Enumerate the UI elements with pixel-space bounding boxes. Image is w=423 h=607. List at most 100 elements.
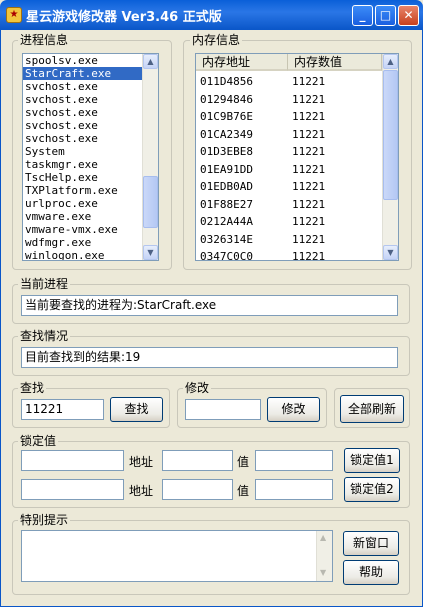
modify-label: 修改 — [183, 381, 212, 395]
lock-name-input-1[interactable] — [21, 450, 124, 471]
address-cell: 0212A44A — [200, 215, 253, 228]
address-cell: 01CA2349 — [200, 127, 253, 141]
search-input[interactable]: 11221 — [21, 399, 104, 420]
lock-value-input-1[interactable] — [255, 450, 333, 471]
search-status-field[interactable]: 目前查找到的结果:19 — [21, 347, 398, 368]
value-cell: 11221 — [292, 197, 326, 211]
address-cell: 0347C0C0 — [200, 250, 253, 261]
memory-table[interactable]: 内存地址 内存数值 011D4856 11221 01294846 11221 01C9… — [195, 53, 399, 261]
process-list-item[interactable]: wdfmgr.exe — [23, 236, 158, 249]
special-tips-textarea[interactable] — [21, 530, 333, 582]
process-list-item[interactable]: TXPlatform.exe — [23, 184, 158, 197]
table-row[interactable]: 01EA91DD 11221 — [196, 161, 382, 179]
process-list-item[interactable]: vmware.exe — [23, 210, 158, 223]
memory-info-label: 内存信息 — [190, 33, 243, 47]
address-cell: 01EA91DD — [200, 162, 253, 176]
scroll-down-icon[interactable]: ▼ — [143, 245, 158, 260]
lock-value-1-button[interactable]: 锁定值1 — [344, 448, 400, 473]
lock-address-input-2[interactable] — [162, 479, 233, 500]
value-cell: 11221 — [292, 145, 326, 158]
process-list-item[interactable]: svchost.exe — [23, 132, 158, 145]
scroll-thumb[interactable] — [143, 176, 158, 228]
process-list-item[interactable]: taskmgr.exe — [23, 158, 158, 171]
address-cell: 01D3EBE8 — [200, 145, 253, 158]
process-list[interactable]: spoolsv.exe StarCraft.exe svchost.exe svcho… — [22, 53, 159, 261]
scroll-up-icon[interactable]: ▲ — [143, 54, 158, 69]
memory-table-scrollbar[interactable]: ▲ ▼ — [382, 54, 398, 260]
minimize-icon: _ — [359, 8, 366, 22]
refresh-all-button[interactable]: 全部刷新 — [340, 395, 404, 423]
search-label: 查找 — [18, 381, 47, 395]
process-list-scrollbar[interactable]: ▲ ▼ — [142, 54, 158, 260]
value-cell: 11221 — [292, 180, 326, 193]
process-list-item[interactable]: StarCraft.exe — [23, 67, 158, 80]
search-status-label: 查找情况 — [18, 329, 71, 343]
address-cell: 01F88E27 — [200, 197, 253, 211]
table-row[interactable]: 0347C0C0 11221 — [196, 248, 382, 261]
table-row[interactable]: 01CA2349 11221 — [196, 126, 382, 144]
process-list-item[interactable]: TscHelp.exe — [23, 171, 158, 184]
value-cell: 11221 — [292, 162, 326, 176]
address-label-1: 地址 — [129, 455, 154, 469]
address-cell: 01C9B76E — [200, 110, 253, 123]
special-tips-scrollbar[interactable]: ▲ ▼ — [316, 531, 332, 581]
process-list-item[interactable]: System — [23, 145, 158, 158]
help-button[interactable]: 帮助 — [343, 560, 399, 585]
value-cell: 11221 — [292, 250, 326, 261]
value-cell: 11221 — [292, 127, 326, 141]
special-tips-label: 特别提示 — [18, 513, 71, 527]
window-title: 星云游戏修改器 Ver3.46 正式版 — [26, 10, 222, 25]
process-list-item[interactable]: svchost.exe — [23, 106, 158, 119]
modify-button[interactable]: 修改 — [267, 397, 320, 422]
lock-label: 锁定值 — [18, 434, 59, 448]
table-row[interactable]: 0326314E 11221 — [196, 231, 382, 249]
maximize-icon: □ — [379, 8, 392, 22]
close-icon: ✕ — [403, 8, 414, 22]
table-row[interactable]: 01F88E27 11221 — [196, 196, 382, 214]
scroll-up-icon[interactable]: ▲ — [383, 54, 398, 69]
address-label-2: 地址 — [129, 484, 154, 498]
close-button[interactable]: ✕ — [398, 5, 419, 26]
value-cell: 11221 — [292, 232, 326, 246]
scroll-up-icon[interactable]: ▲ — [320, 533, 326, 542]
scroll-down-icon[interactable]: ▼ — [320, 568, 326, 577]
value-cell: 11221 — [292, 215, 326, 228]
process-list-item[interactable]: svchost.exe — [23, 93, 158, 106]
modify-input[interactable] — [185, 399, 261, 420]
column-header-address[interactable]: 内存地址 — [196, 54, 288, 71]
address-cell: 01EDB0AD — [200, 180, 253, 193]
table-row[interactable]: 011D4856 11221 — [196, 73, 382, 91]
value-label-1: 值 — [237, 455, 250, 469]
table-row[interactable]: 01EDB0AD 11221 — [196, 178, 382, 196]
table-row[interactable]: 01294846 11221 — [196, 91, 382, 109]
scroll-down-icon[interactable]: ▼ — [383, 245, 398, 260]
scroll-thumb[interactable] — [383, 70, 398, 200]
process-list-item[interactable]: winlogon.exe — [23, 249, 158, 260]
current-process-field[interactable]: 当前要查找的进程为:StarCraft.exe — [21, 295, 398, 316]
address-cell: 011D4856 — [200, 75, 253, 88]
process-list-item[interactable]: svchost.exe — [23, 119, 158, 132]
minimize-button[interactable]: _ — [352, 5, 373, 26]
process-list-item[interactable]: spoolsv.exe — [23, 54, 158, 67]
address-cell: 01294846 — [200, 92, 253, 106]
address-cell: 0326314E — [200, 232, 253, 246]
memory-rows: 011D4856 11221 01294846 11221 01C9B76E 11221 0… — [196, 73, 382, 261]
process-list-item[interactable]: svchost.exe — [23, 80, 158, 93]
maximize-button[interactable]: □ — [375, 5, 396, 26]
search-button[interactable]: 查找 — [110, 397, 163, 422]
process-list-item[interactable]: urlproc.exe — [23, 197, 158, 210]
table-row[interactable]: 01D3EBE8 11221 — [196, 143, 382, 161]
table-row[interactable]: 01C9B76E 11221 — [196, 108, 382, 126]
value-cell: 11221 — [292, 92, 326, 106]
column-header-value[interactable]: 内存数值 — [288, 54, 382, 71]
lock-address-input-1[interactable] — [162, 450, 233, 471]
lock-value-2-button[interactable]: 锁定值2 — [344, 477, 400, 502]
app-icon[interactable]: ★ — [6, 7, 22, 23]
current-process-label: 当前进程 — [18, 277, 71, 291]
lock-name-input-2[interactable] — [21, 479, 124, 500]
process-info-label: 进程信息 — [18, 33, 71, 47]
table-row[interactable]: 0212A44A 11221 — [196, 213, 382, 231]
new-window-button[interactable]: 新窗口 — [343, 531, 399, 556]
lock-value-input-2[interactable] — [255, 479, 333, 500]
process-list-item[interactable]: vmware-vmx.exe — [23, 223, 158, 236]
